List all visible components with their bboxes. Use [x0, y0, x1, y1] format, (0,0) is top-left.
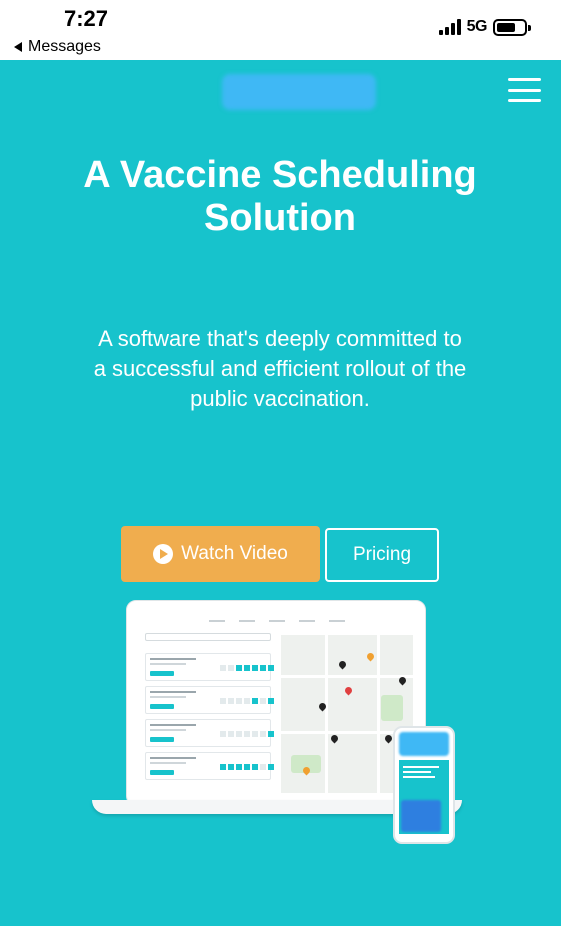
laptop-mockup-image — [126, 600, 426, 806]
hamburger-menu-icon[interactable] — [508, 78, 541, 102]
hero-title: A Vaccine Scheduling Solution — [83, 154, 477, 239]
app-screenshot — [141, 615, 413, 793]
back-arrow-icon — [14, 42, 22, 52]
back-label: Messages — [28, 38, 101, 55]
watch-video-button[interactable]: Watch Video — [121, 526, 320, 582]
phone-mockup-image — [393, 726, 455, 844]
hero-subtitle: A software that's deeply committed to a … — [93, 326, 467, 411]
status-time: 7:27 — [64, 6, 109, 31]
status-indicators: 5G — [438, 18, 531, 36]
pricing-button[interactable]: Pricing — [325, 528, 439, 582]
redacted-logo[interactable] — [222, 74, 376, 110]
battery-icon — [493, 18, 531, 36]
network-type: 5G — [466, 18, 488, 35]
play-icon — [153, 544, 174, 564]
signal-strength-icon — [438, 19, 461, 35]
status-bar: 7:27 Messages 5G — [0, 0, 561, 60]
watch-video-label: Watch Video — [181, 543, 288, 564]
back-to-messages-link[interactable]: Messages — [14, 38, 101, 56]
